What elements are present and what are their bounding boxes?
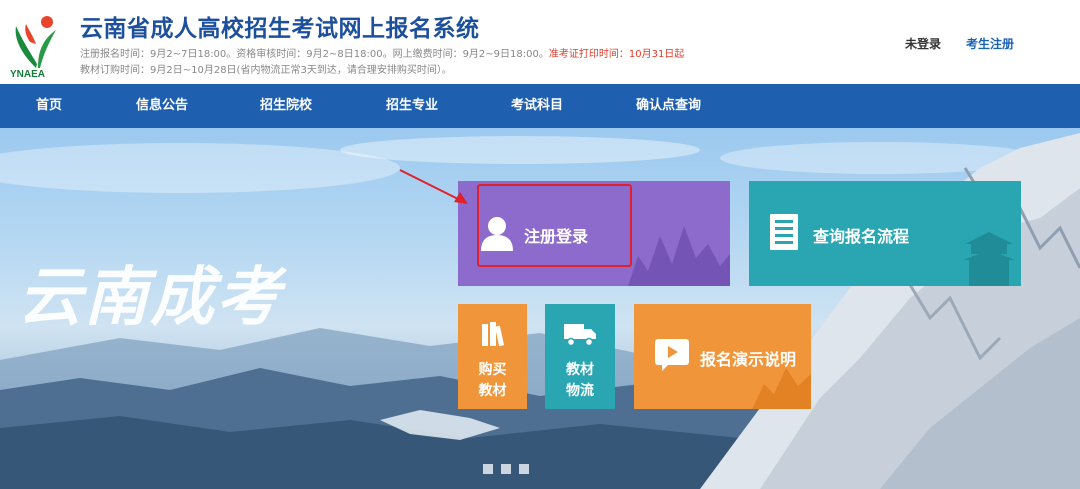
nav-item-announcements[interactable]: 信息公告 [136,84,188,128]
book-logistics-label-2: 物流 [566,383,594,399]
highlight-box [477,184,632,267]
annotation-arrow-icon [399,169,468,204]
book-logistics-label-1: 教材 [566,362,594,378]
carousel-dot[interactable] [483,464,493,474]
site-header: YNAEA 云南省成人高校招生考试网上报名系统 注册报名时间：9月2~7日18:… [0,0,1080,84]
carousel-dot[interactable] [501,464,511,474]
query-process-tile[interactable]: 查询报名流程 [749,181,1021,286]
buy-books-label-2: 教材 [478,383,507,399]
book-logistics-tile[interactable]: 教材 物流 [545,304,615,409]
mountain-decoration-icon [628,226,730,286]
nav-item-home[interactable]: 首页 [36,84,62,128]
document-list-icon [770,214,798,250]
carousel-indicators [483,459,537,478]
query-process-label: 查询报名流程 [813,227,910,246]
logo-text: YNAEA [10,69,46,80]
login-status: 未登录 [905,37,942,51]
notice-ticket-print: 准考证打印时间：10月31日起 [548,49,685,60]
registration-demo-tile[interactable]: 报名演示说明 [634,304,811,409]
nav-item-institutions[interactable]: 招生院校 [260,84,312,128]
buy-books-tile[interactable]: 购买 教材 [458,304,527,409]
nav-item-subjects[interactable]: 考试科目 [511,84,563,128]
hero-banner: 云南成考 注册登录 查询报名流程 购买 教材 教材 物流 报名演示说明 [0,128,1080,489]
site-title: 云南省成人高校招生考试网上报名系统 [80,16,480,42]
nav-item-majors[interactable]: 招生专业 [386,84,438,128]
nav-item-confirm-sites[interactable]: 确认点查询 [636,84,701,128]
pagoda-decoration-icon [963,232,1015,286]
books-icon [482,322,505,346]
register-link[interactable]: 考生注册 [966,35,1014,52]
notice-line-1: 注册报名时间：9月2~7日18:00。资格审核时间：9月2~8日18:00。网上… [80,45,684,60]
notice-schedule: 注册报名时间：9月2~7日18:00。资格审核时间：9月2~8日18:00。网上… [80,49,549,60]
buy-books-label-1: 购买 [478,362,507,378]
main-nav: 首页 信息公告 招生院校 招生专业 考试科目 确认点查询 [0,84,1080,128]
registration-demo-label: 报名演示说明 [700,350,797,369]
carousel-dot[interactable] [519,464,529,474]
slogan-text: 云南成考 [18,260,282,335]
video-play-icon [655,339,689,371]
notice-line-2: 教材订购时间：9月2日~10月28日(省内物流正常3天到达，请合理安排购买时间）… [80,65,452,76]
truck-icon [564,324,596,346]
